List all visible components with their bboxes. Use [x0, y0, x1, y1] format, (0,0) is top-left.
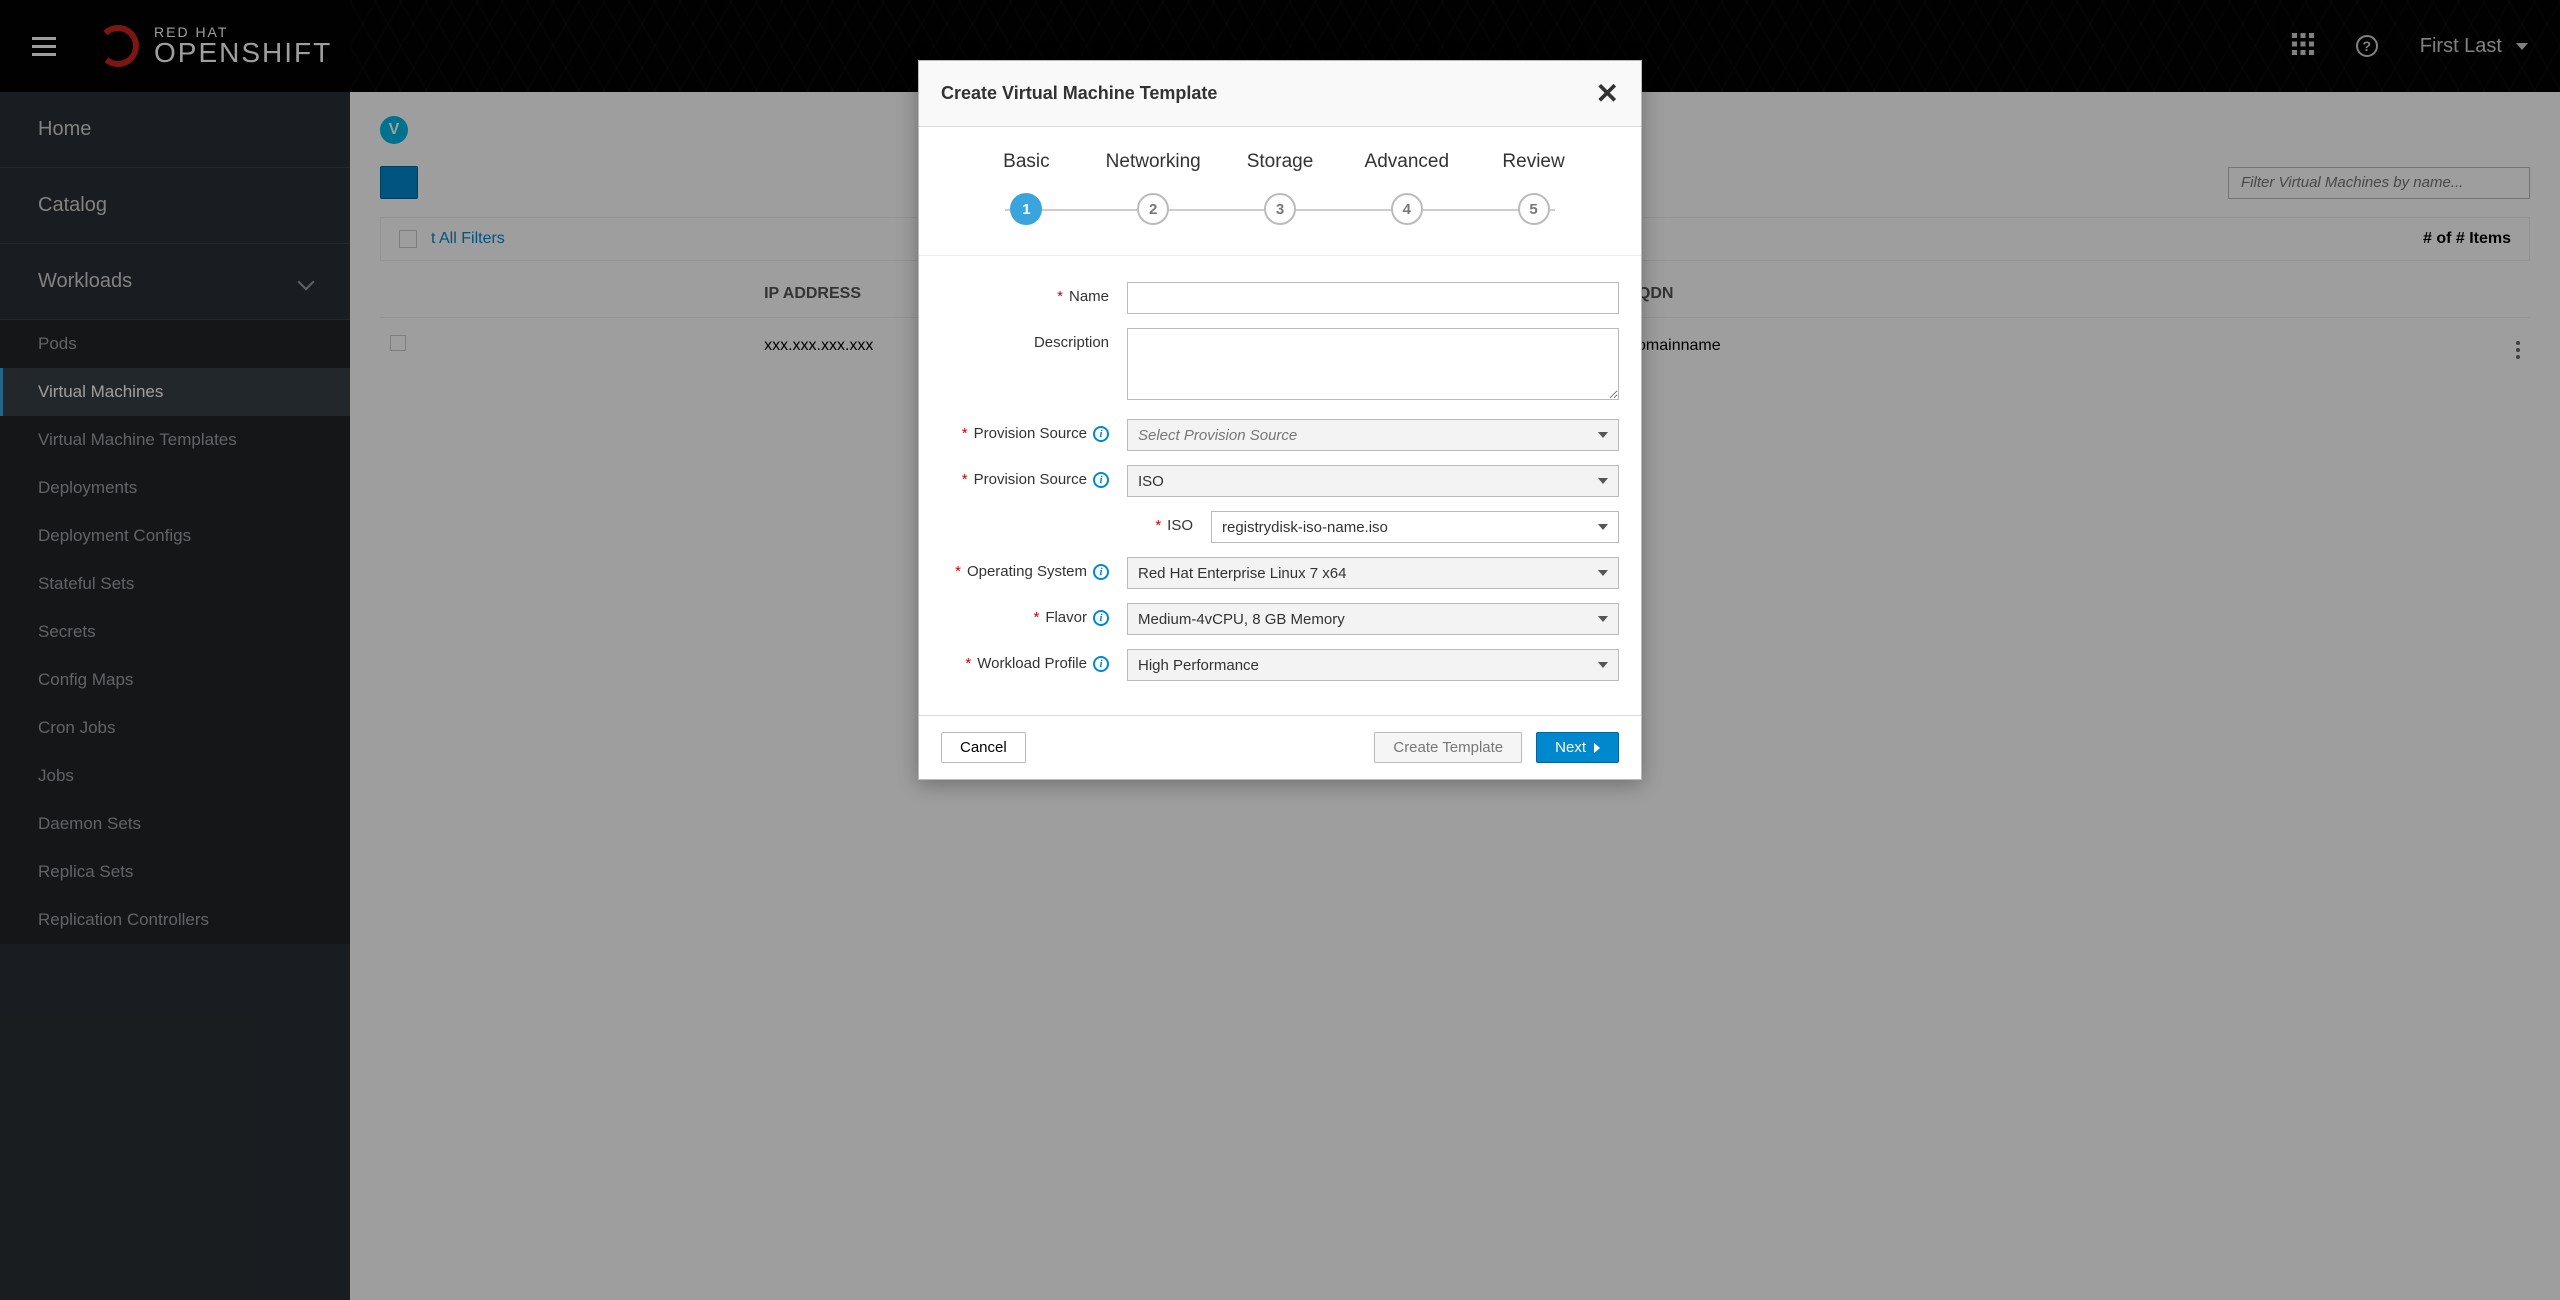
info-icon[interactable]: i: [1093, 656, 1109, 672]
os-label: Operating System: [967, 563, 1087, 580]
info-icon[interactable]: i: [1093, 426, 1109, 442]
modal-title: Create Virtual Machine Template: [941, 83, 1217, 104]
workload-label: Workload Profile: [977, 655, 1087, 672]
step-storage[interactable]: Storage 3: [1217, 151, 1344, 225]
provision-source-select-unset[interactable]: Select Provision Source: [1127, 419, 1619, 451]
flavor-label: Flavor: [1045, 609, 1087, 626]
close-icon[interactable]: ✕: [1596, 77, 1619, 110]
caret-down-icon: [1598, 662, 1608, 668]
next-button[interactable]: Next: [1536, 732, 1619, 763]
create-template-button[interactable]: Create Template: [1374, 732, 1522, 763]
chevron-right-icon: [1594, 743, 1600, 753]
description-label: Description: [1034, 334, 1109, 351]
os-select[interactable]: Red Hat Enterprise Linux 7 x64: [1127, 557, 1619, 589]
step-advanced[interactable]: Advanced 4: [1343, 151, 1470, 225]
step-networking[interactable]: Networking 2: [1090, 151, 1217, 225]
caret-down-icon: [1598, 616, 1608, 622]
caret-down-icon: [1598, 478, 1608, 484]
iso-label: ISO: [1167, 517, 1193, 534]
wizard-steps: Basic 1 Networking 2 Storage 3 Advanced …: [919, 127, 1641, 256]
workload-select[interactable]: High Performance: [1127, 649, 1619, 681]
modal-footer: Cancel Create Template Next: [919, 715, 1641, 779]
caret-down-icon: [1598, 432, 1608, 438]
description-input[interactable]: [1127, 328, 1619, 400]
info-icon[interactable]: i: [1093, 610, 1109, 626]
step-review[interactable]: Review 5: [1470, 151, 1597, 225]
name-label: Name: [1069, 288, 1109, 305]
provision-source-label-1: Provision Source: [974, 425, 1087, 442]
info-icon[interactable]: i: [1093, 564, 1109, 580]
name-input[interactable]: [1127, 282, 1619, 314]
iso-select[interactable]: registrydisk-iso-name.iso: [1211, 511, 1619, 543]
caret-down-icon: [1598, 570, 1608, 576]
caret-down-icon: [1598, 524, 1608, 530]
provision-source-select[interactable]: ISO: [1127, 465, 1619, 497]
modal-backdrop[interactable]: Create Virtual Machine Template ✕ Basic …: [0, 0, 2560, 1300]
info-icon[interactable]: i: [1093, 472, 1109, 488]
flavor-select[interactable]: Medium-4vCPU, 8 GB Memory: [1127, 603, 1619, 635]
wizard-modal: Create Virtual Machine Template ✕ Basic …: [918, 60, 1642, 780]
provision-source-label-2: Provision Source: [974, 471, 1087, 488]
step-basic[interactable]: Basic 1: [963, 151, 1090, 225]
cancel-button[interactable]: Cancel: [941, 732, 1026, 763]
modal-body: *Name Description *Provision Sourcei Sel…: [919, 256, 1641, 715]
modal-header: Create Virtual Machine Template ✕: [919, 61, 1641, 127]
